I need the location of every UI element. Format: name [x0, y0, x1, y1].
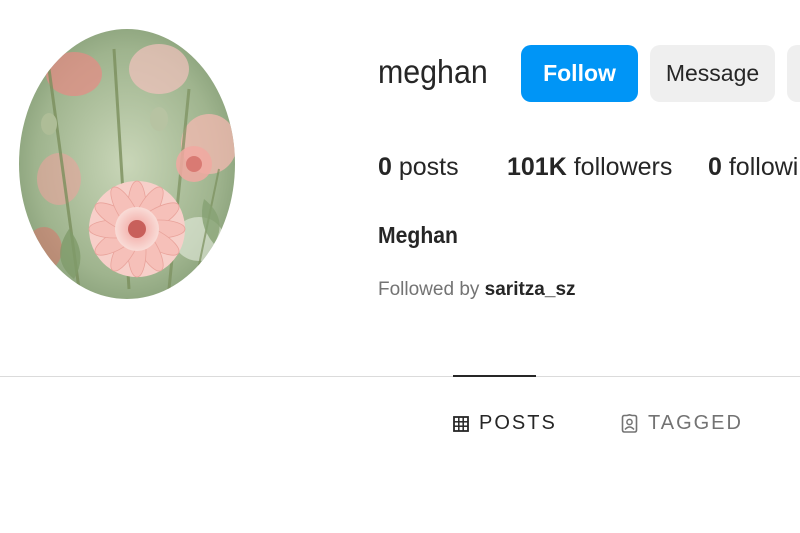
profile-username: meghan	[378, 53, 488, 90]
tabs-divider	[0, 376, 800, 377]
followed-by-prefix: Followed by	[378, 279, 480, 300]
profile-avatar[interactable]	[19, 29, 235, 299]
following-stat[interactable]: 0 followin	[708, 153, 800, 182]
followed-by-user[interactable]: saritza_sz	[485, 279, 576, 300]
follow-button[interactable]: Follow	[521, 45, 638, 102]
active-tab-indicator	[453, 375, 536, 377]
posts-label: posts	[398, 153, 459, 181]
profile-full-name: Meghan	[378, 222, 458, 248]
profile-page: meghan Follow Message 0 posts 101K follo…	[0, 0, 800, 533]
message-button[interactable]: Message	[650, 45, 775, 102]
flower-avatar-icon	[19, 29, 235, 299]
more-options-button[interactable]	[787, 45, 800, 102]
following-count: 0	[708, 153, 722, 181]
tab-posts-label: POSTS	[479, 412, 557, 434]
followers-label: followers	[573, 153, 673, 181]
posts-count: 0	[378, 153, 392, 181]
posts-stat[interactable]: 0 posts	[378, 153, 459, 182]
followed-by-line[interactable]: Followed by saritza_sz	[378, 279, 576, 301]
following-label: followin	[728, 153, 800, 181]
followers-stat[interactable]: 101K followers	[507, 153, 672, 182]
tagged-icon	[621, 414, 638, 433]
tab-posts[interactable]: POSTS	[453, 412, 557, 435]
tab-tagged-label: TAGGED	[648, 412, 743, 434]
followers-count: 101K	[507, 153, 567, 181]
grid-icon	[453, 415, 469, 432]
tab-tagged[interactable]: TAGGED	[621, 412, 743, 435]
